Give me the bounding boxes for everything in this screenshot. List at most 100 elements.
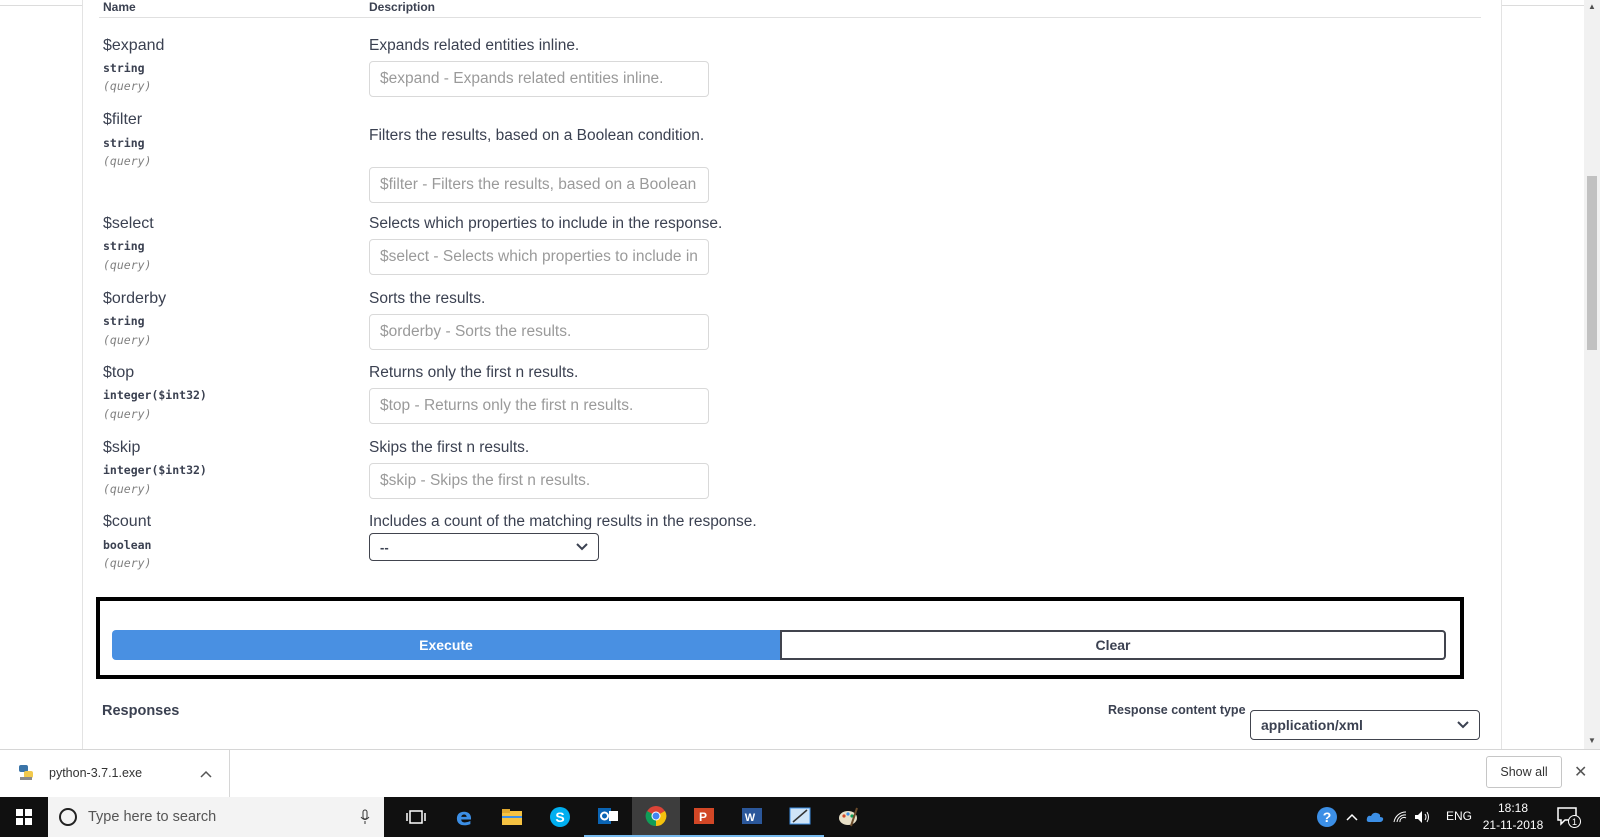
- language-indicator[interactable]: ENG: [1446, 809, 1472, 823]
- col-header-name: Name: [103, 0, 136, 14]
- chevron-up-icon[interactable]: [200, 770, 212, 778]
- taskbar-skype[interactable]: S: [536, 797, 584, 837]
- param-desc-orderby: Sorts the results.: [369, 290, 486, 307]
- param-desc-select: Selects which properties to include in t…: [369, 215, 723, 232]
- action-center-button[interactable]: 1: [1556, 805, 1581, 832]
- svg-text:?: ?: [1323, 809, 1332, 825]
- clock-time: 18:18: [1497, 801, 1529, 815]
- param-in-top: (query): [103, 407, 152, 421]
- scroll-down-arrow-icon[interactable]: ▼: [1588, 736, 1596, 745]
- chevron-down-icon: [1457, 721, 1469, 729]
- show-all-button[interactable]: Show all: [1486, 756, 1562, 788]
- param-type-expand: string: [103, 61, 145, 75]
- taskbar-outlook[interactable]: [584, 797, 632, 837]
- param-in-filter: (query): [103, 154, 152, 168]
- word-icon: W: [742, 808, 762, 824]
- system-tray: ?: [1316, 797, 1432, 837]
- clock-date: 21-11-2018: [1482, 818, 1544, 832]
- skip-input[interactable]: [369, 463, 709, 499]
- top-input[interactable]: [369, 388, 709, 424]
- param-name-orderby: $orderby: [103, 290, 167, 307]
- download-file-name: python-3.7.1.exe: [49, 766, 143, 780]
- download-bar: python-3.7.1.exe Show all ✕: [0, 749, 1600, 798]
- vertical-scrollbar[interactable]: ▲ ▼: [1584, 0, 1600, 749]
- chevron-up-icon[interactable]: [1346, 813, 1358, 821]
- count-select-value: --: [380, 539, 389, 555]
- param-desc-skip: Skips the first n results.: [369, 439, 530, 456]
- execute-button[interactable]: Execute: [112, 630, 780, 660]
- param-name-top: $top: [103, 364, 135, 381]
- param-type-select: string: [103, 239, 145, 253]
- folder-icon: [502, 809, 522, 825]
- param-desc-count: Includes a count of the matching results…: [369, 513, 757, 530]
- param-name-filter: $filter: [103, 111, 143, 128]
- taskbar-file-explorer[interactable]: [488, 797, 536, 837]
- param-name-count: $count: [103, 513, 152, 530]
- help-icon[interactable]: ?: [1316, 806, 1338, 828]
- orderby-input[interactable]: [369, 314, 709, 350]
- param-in-skip: (query): [103, 482, 152, 496]
- onedrive-cloud-icon[interactable]: [1366, 811, 1384, 823]
- expand-input[interactable]: [369, 61, 709, 97]
- skype-icon: S: [550, 807, 570, 827]
- col-header-description: Description: [369, 0, 436, 14]
- taskbar-edge[interactable]: e: [440, 797, 488, 837]
- taskbar-chrome[interactable]: [632, 797, 680, 837]
- param-type-filter: string: [103, 136, 145, 150]
- response-content-type-value: application/xml: [1261, 717, 1363, 733]
- filter-input[interactable]: [369, 167, 709, 203]
- param-desc-top: Returns only the first n results.: [369, 364, 579, 381]
- speaker-icon[interactable]: [1414, 810, 1432, 824]
- response-content-type-select[interactable]: application/xml: [1250, 710, 1480, 740]
- svg-text:S: S: [555, 809, 564, 825]
- python-file-icon: [19, 765, 33, 780]
- param-type-count: boolean: [103, 538, 152, 552]
- param-name-skip: $skip: [103, 439, 141, 456]
- scroll-up-arrow-icon[interactable]: ▲: [1588, 2, 1596, 11]
- paint-icon: [839, 807, 858, 827]
- start-button[interactable]: [0, 797, 48, 837]
- taskbar-search-placeholder: Type here to search: [88, 809, 217, 825]
- param-type-orderby: string: [103, 314, 145, 328]
- snipping-tool-icon: [789, 807, 811, 825]
- taskbar-paint[interactable]: [824, 797, 872, 837]
- wifi-icon[interactable]: [1392, 810, 1408, 824]
- svg-text:P: P: [699, 810, 707, 824]
- chrome-icon: [645, 806, 667, 827]
- taskbar-powerpoint[interactable]: P: [680, 797, 728, 837]
- notification-count-badge: 1: [1568, 815, 1581, 828]
- select-input[interactable]: [369, 239, 709, 275]
- clear-button[interactable]: Clear: [780, 630, 1446, 660]
- param-type-top: integer($int32): [103, 388, 207, 402]
- param-desc-filter: Filters the results, based on a Boolean …: [369, 127, 705, 144]
- responses-title: Responses: [102, 703, 180, 719]
- scrollbar-thumb[interactable]: [1587, 176, 1597, 350]
- taskbar-snipping-tool[interactable]: [776, 797, 824, 837]
- svg-text:W: W: [745, 812, 756, 824]
- edge-icon: e: [455, 803, 473, 831]
- param-name-select: $select: [103, 215, 154, 232]
- outlook-icon: [598, 808, 618, 824]
- browser-viewport: Name Description $expand string (query) …: [0, 0, 1584, 749]
- taskbar-clock[interactable]: 18:18 21-11-2018: [1478, 800, 1548, 834]
- close-icon[interactable]: ✕: [1574, 762, 1587, 782]
- cortana-circle-icon: [59, 808, 77, 826]
- param-in-expand: (query): [103, 79, 152, 93]
- microphone-icon[interactable]: [360, 809, 370, 825]
- task-view-icon: [406, 810, 426, 824]
- param-in-select: (query): [103, 258, 152, 272]
- param-in-count: (query): [103, 556, 152, 570]
- taskbar-search-box[interactable]: Type here to search: [48, 797, 384, 837]
- param-type-skip: integer($int32): [103, 463, 207, 477]
- count-select[interactable]: --: [369, 533, 599, 561]
- windows-logo-icon: [16, 809, 32, 825]
- download-item[interactable]: python-3.7.1.exe: [0, 750, 230, 798]
- task-view-button[interactable]: [392, 797, 440, 837]
- param-desc-expand: Expands related entities inline.: [369, 37, 580, 54]
- taskbar-word[interactable]: W: [728, 797, 776, 837]
- header-divider: [99, 17, 1481, 18]
- chevron-down-icon: [576, 543, 588, 551]
- response-content-type-label: Response content type: [1108, 703, 1246, 717]
- param-in-orderby: (query): [103, 333, 152, 347]
- taskbar: Type here to search e S P W ? ENG 18:18 …: [0, 797, 1600, 837]
